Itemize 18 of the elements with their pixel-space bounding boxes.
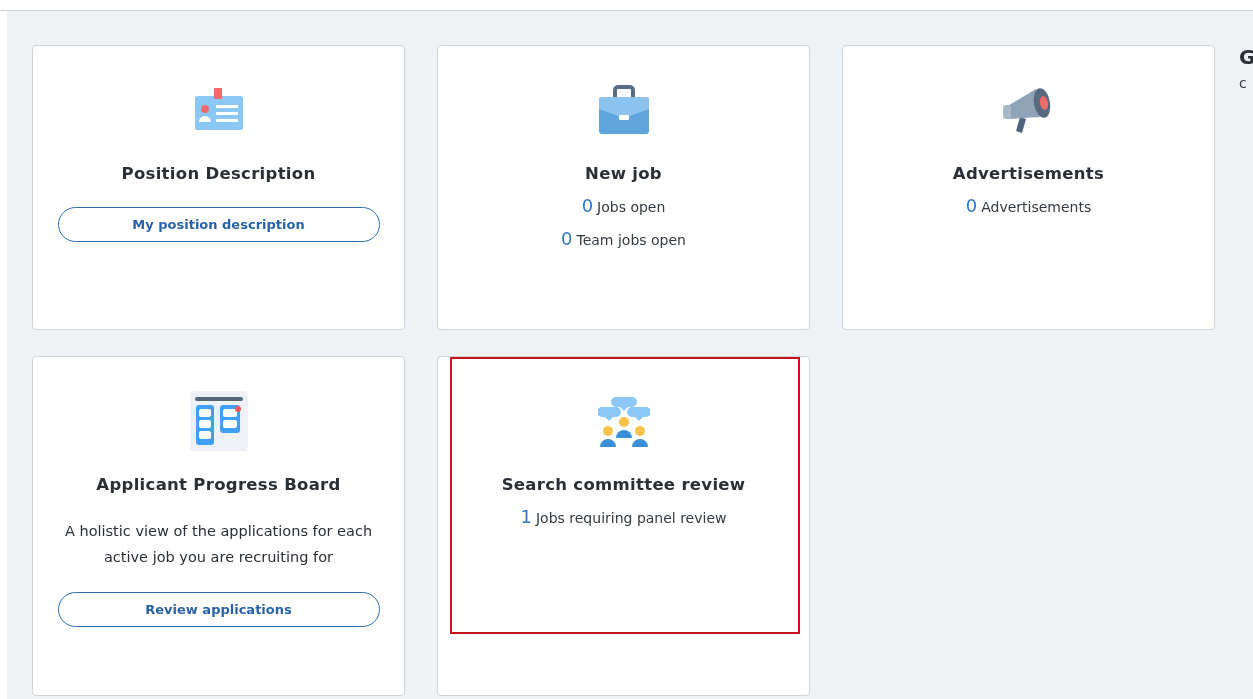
card-description: A holistic view of the applications for each active job you are recruiting for	[63, 522, 374, 567]
panel-text: c	[1239, 75, 1248, 91]
card-title: New job	[585, 164, 662, 183]
card-button[interactable]: Review applications	[57, 592, 380, 627]
stat-label: Jobs open	[597, 199, 666, 215]
stat-count[interactable]: 0	[561, 228, 573, 249]
stat-count[interactable]: 1	[520, 506, 532, 527]
card-title: Search committee review	[501, 475, 746, 494]
stat-label: Team jobs open	[576, 232, 686, 248]
board-icon	[189, 391, 248, 451]
stat-label: Jobs requiring panel review	[536, 510, 727, 526]
card-title: Advertisements	[952, 164, 1105, 183]
card-title: Position Description	[121, 164, 316, 183]
stat-count[interactable]: 0	[581, 195, 594, 216]
stat-label: Advertisements	[981, 199, 1092, 215]
card-button[interactable]: My position description	[57, 207, 380, 242]
card-title: Applicant Progress Board	[96, 475, 341, 494]
stat-count[interactable]: 0	[965, 195, 978, 216]
